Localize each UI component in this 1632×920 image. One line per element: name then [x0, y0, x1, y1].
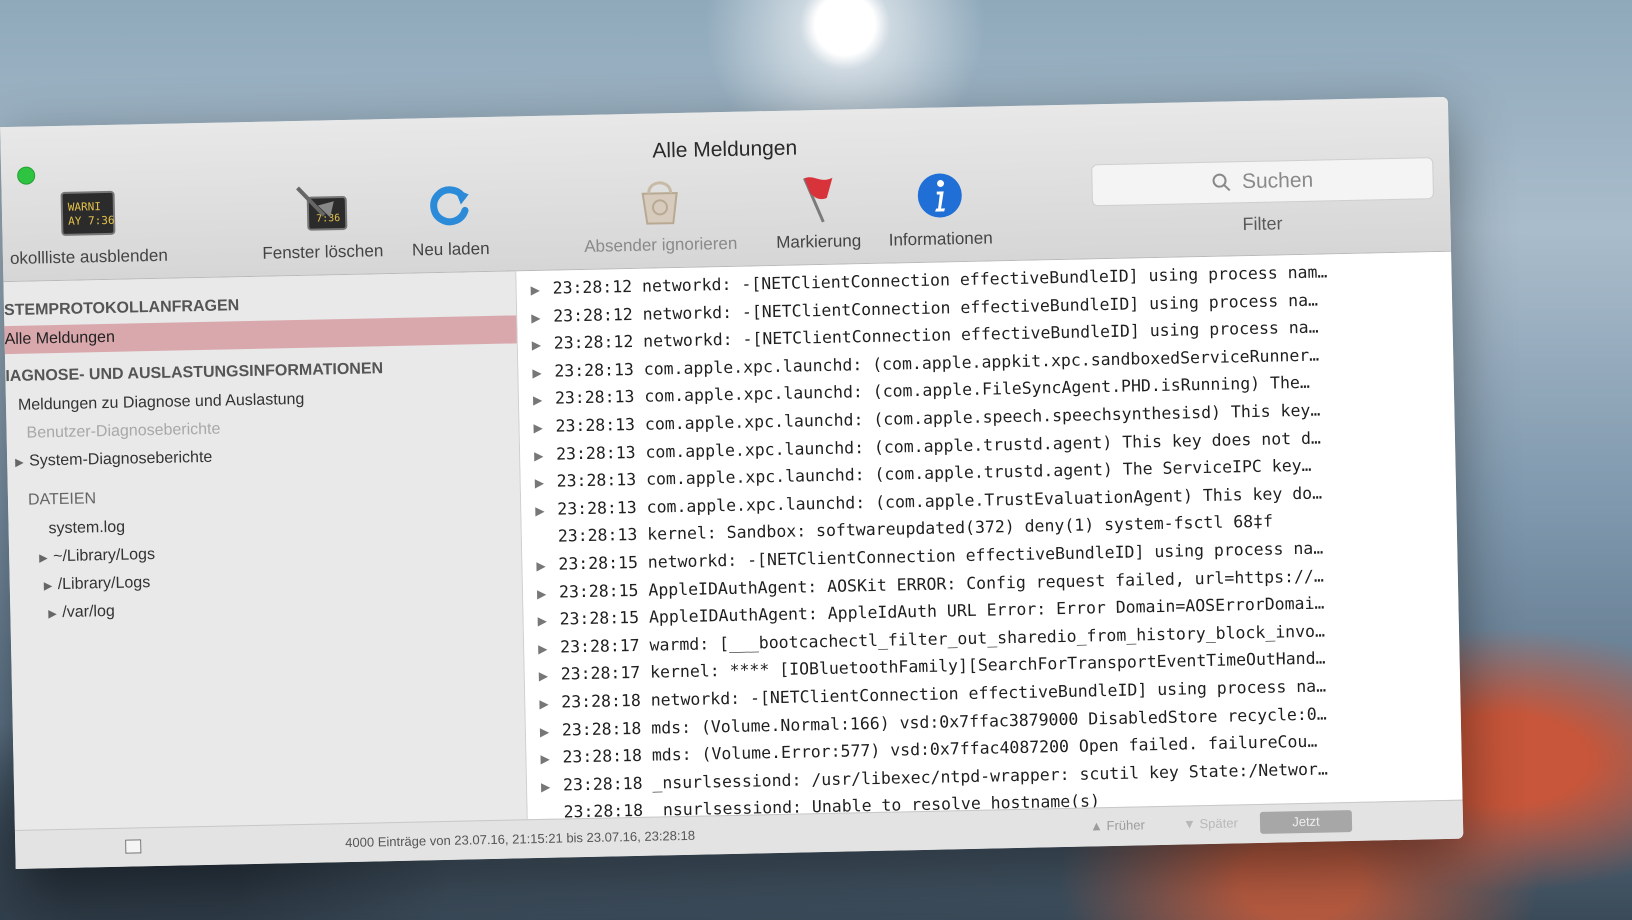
search-field[interactable]: Suchen: [1091, 157, 1434, 207]
later-button[interactable]: ▼ Später: [1183, 815, 1238, 831]
clear-window-button[interactable]: 7:36 Fenster löschen: [251, 179, 393, 264]
disclosure-triangle-icon[interactable]: ▶: [530, 277, 553, 303]
disclosure-triangle-icon[interactable]: ▶: [48, 600, 63, 628]
up-arrow-icon: ▲: [1089, 818, 1104, 834]
disclosure-triangle-icon[interactable]: ▶: [539, 663, 562, 689]
entry-count-summary: 4000 Einträge von 23.07.16, 21:15:21 bis…: [345, 827, 696, 851]
sidebar-item-label: System-Diagnoseberichte: [28, 448, 213, 470]
sidebar-item-label: system.log: [48, 518, 126, 538]
sidebar-item-label: /Library/Logs: [57, 574, 151, 594]
filter-label: Filter: [1242, 213, 1283, 235]
sidebar-item-label: Benutzer-Diagnoseberichte: [26, 420, 221, 442]
disclosure-triangle-icon[interactable]: ▶: [533, 415, 556, 441]
ignore-sender-label: Absender ignorieren: [584, 233, 738, 256]
info-icon: [869, 166, 1010, 225]
ignore-sender-button[interactable]: Absender ignorieren: [569, 171, 751, 257]
disclosure-triangle-icon[interactable]: ▶: [39, 544, 54, 572]
disclosure-triangle-icon[interactable]: ▶: [15, 449, 30, 477]
sidebar-item-label: /var/log: [62, 602, 115, 621]
hide-log-list-button[interactable]: WARNI AY 7:36 okollliste ausblenden: [0, 183, 189, 269]
disclosure-triangle-icon[interactable]: ▶: [535, 497, 558, 523]
disclosure-triangle-icon[interactable]: ▶: [540, 718, 563, 744]
sidebar-item-label: Alle Meldungen: [4, 328, 116, 349]
search-icon: [1212, 173, 1231, 192]
earlier-label: Früher: [1106, 817, 1145, 834]
sidebar-item-label: ~/Library/Logs: [52, 546, 156, 566]
disclosure-triangle-icon[interactable]: ▶: [533, 387, 556, 413]
disclosure-triangle-icon[interactable]: ▶: [43, 572, 58, 600]
log-message-list[interactable]: ▶ 23:28:12 networkd: -[NETClientConnectio…: [516, 251, 1463, 822]
info-button[interactable]: Informationen: [869, 166, 1011, 251]
svg-text:WARNI: WARNI: [68, 200, 101, 214]
earlier-button[interactable]: ▲ Früher: [1090, 817, 1145, 833]
later-label: Später: [1199, 815, 1238, 832]
ignore-sender-icon: [569, 171, 750, 231]
now-button[interactable]: Jetzt: [1259, 810, 1353, 834]
disclosure-triangle-icon[interactable]: ▶: [531, 304, 554, 330]
clear-window-label: Fenster löschen: [262, 241, 384, 263]
disclosure-triangle-icon[interactable]: ▶: [537, 580, 560, 606]
down-arrow-icon: ▼: [1182, 816, 1197, 832]
sidebar: STEMPROTOKOLLANFRAGEN Alle Meldungen IAG…: [3, 271, 528, 832]
disclosure-triangle-icon[interactable]: ▶: [541, 773, 564, 799]
reload-icon: [399, 177, 500, 235]
reload-label: Neu laden: [411, 238, 490, 260]
flag-icon: [757, 169, 878, 228]
broom-icon: 7:36: [251, 179, 392, 238]
svg-text:AY 7:36: AY 7:36: [68, 214, 115, 228]
disclosure-triangle-icon[interactable]: ▶: [534, 470, 557, 496]
disclosure-triangle-icon[interactable]: ▶: [536, 553, 559, 579]
mark-label: Markierung: [776, 231, 862, 252]
disclosure-triangle-icon[interactable]: ▶: [534, 442, 557, 468]
sidebar-item-label: Meldungen zu Diagnose und Auslastung: [17, 390, 305, 414]
disclosure-triangle-icon[interactable]: ▶: [537, 608, 560, 634]
mark-button[interactable]: Markierung: [757, 169, 879, 253]
disclosure-triangle-icon[interactable]: ▶: [540, 746, 563, 772]
console-window: Alle Meldungen WARNI AY 7:36 okollliste …: [0, 96, 1464, 869]
search-placeholder: Suchen: [1241, 168, 1314, 194]
disclosure-triangle-icon[interactable]: ▶: [539, 690, 562, 716]
disclosure-triangle-icon[interactable]: ▶: [532, 332, 555, 358]
sidebar-toggle-button[interactable]: [125, 839, 142, 854]
disclosure-triangle-icon[interactable]: ▶: [532, 359, 555, 385]
console-icon: WARNI AY 7:36: [0, 183, 188, 243]
info-label: Informationen: [888, 228, 993, 250]
reload-button[interactable]: Neu laden: [399, 177, 501, 261]
disclosure-triangle-icon[interactable]: ▶: [538, 635, 561, 661]
title-toolbar: Alle Meldungen WARNI AY 7:36 okollliste …: [0, 96, 1452, 283]
hide-log-list-label: okollliste ausblenden: [9, 245, 168, 268]
